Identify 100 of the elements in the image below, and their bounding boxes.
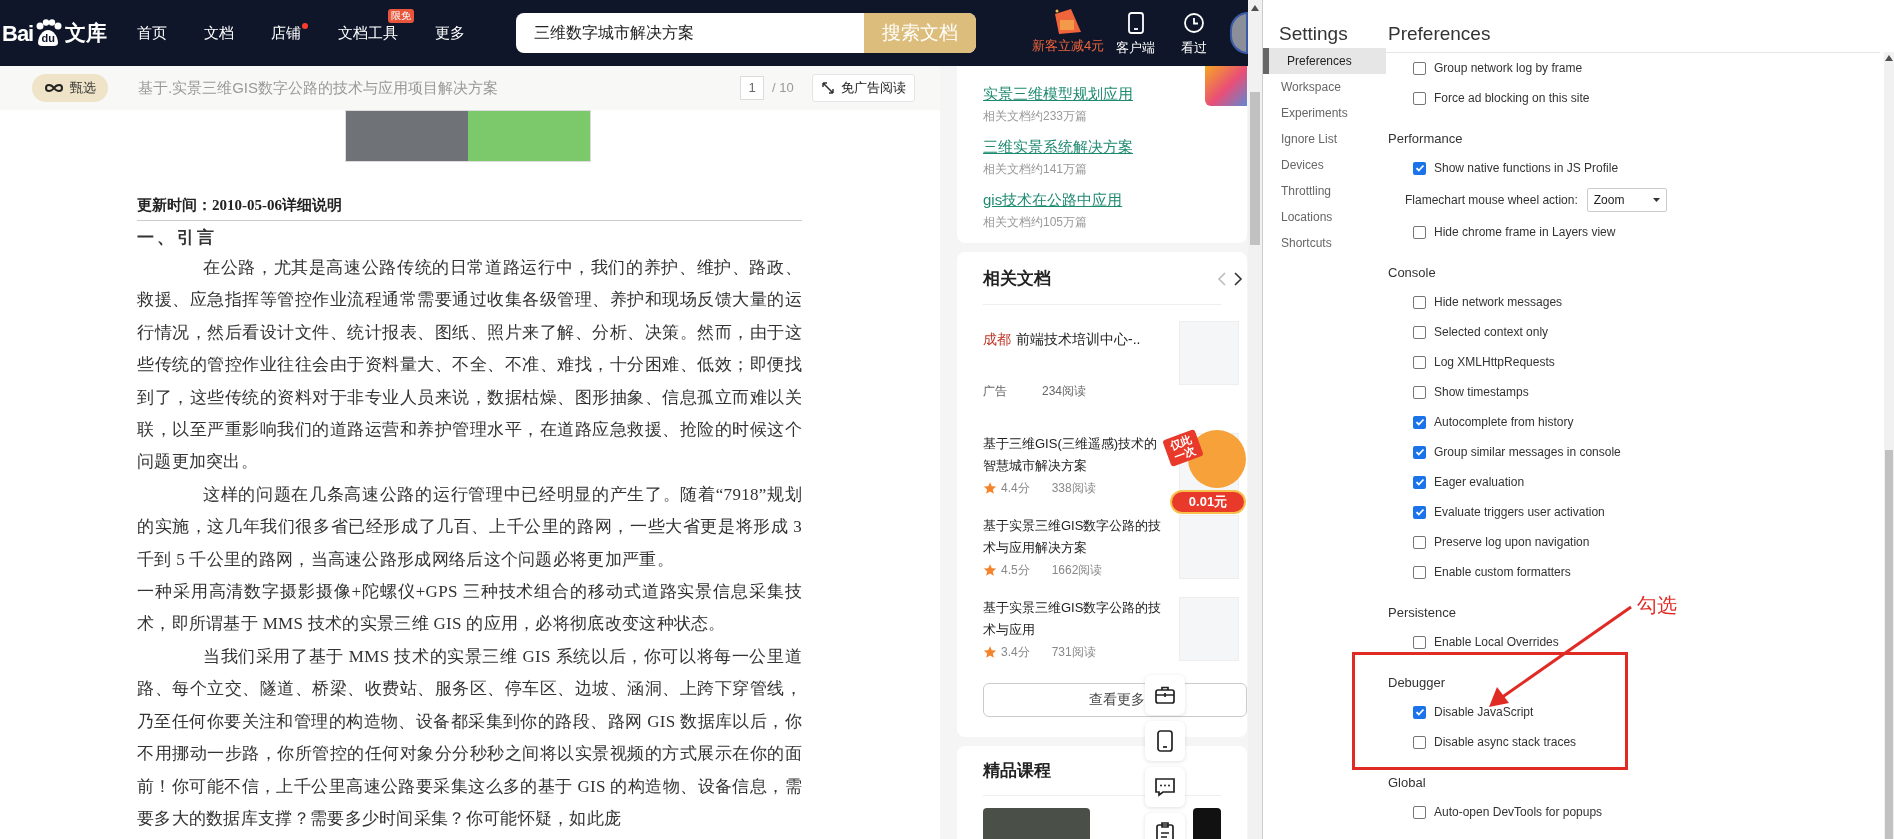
body-paragraph: 在公路，尤其是高速公路传统的日常道路运行中，我们的养护、维护、路政、救援、应急指挥等管控作业流程通常需要通过收集各级管理、养护和现场反馈大量的运行情况，然后看设计文件、统计报表、图纸、照片来了解、分析、决策。然而，由于这些传统的管控作业往往会由于资料量大、不全、不准、难找，十分困难、低效；即便找到了，这些传统的资料对于非专业人员来说，数据枯燥、图形抽象、信息孤立而难以关联，以至严重影响我们的道路运营和养护管理水平，在道路应急救援、抢险的时候这个问题更加突出。	[137, 257, 802, 474]
read-count: 731阅读	[1051, 643, 1096, 661]
checkbox[interactable]	[1413, 325, 1426, 339]
floating-tool-button[interactable]	[1145, 721, 1185, 761]
caret-icon	[1652, 198, 1660, 202]
checkbox-label: Hide chrome frame in Layers view	[1434, 224, 1616, 241]
nav-link[interactable]: 更多	[435, 24, 466, 41]
related-document-title[interactable]: 基于实景三维GIS数字公路的技术与应用	[983, 596, 1167, 641]
checkbox[interactable]	[1413, 705, 1426, 719]
checkbox[interactable]	[1413, 295, 1426, 309]
related-document-title[interactable]: 基于实景三维GIS数字公路的技术与应用解决方案	[983, 514, 1167, 559]
zoom-dropdown[interactable]: Zoom	[1586, 188, 1667, 212]
star-icon	[983, 644, 997, 659]
section-title: Debugger	[1388, 674, 1446, 693]
devtools-scrollbar[interactable]	[1884, 52, 1894, 839]
checkbox-label: Evaluate triggers user activation	[1434, 504, 1605, 521]
checkbox-label: Selected context only	[1434, 324, 1549, 341]
settings-nav-item[interactable]: Devices	[1263, 152, 1386, 178]
checkbox[interactable]	[1413, 805, 1426, 819]
chevron-right-icon[interactable]	[1233, 271, 1243, 286]
ad-title[interactable]: 前端技术培训中心-..	[1016, 328, 1141, 350]
checkbox[interactable]	[1413, 225, 1426, 239]
course-thumbnail[interactable]	[983, 808, 1090, 839]
document-title: 基于.实景三维GIS数字公路的技术与应用项目解决方案	[138, 77, 498, 98]
settings-nav-item[interactable]: Locations	[1263, 204, 1386, 230]
setting-label: Flamechart mouse wheel action:	[1405, 192, 1578, 209]
document-thumbnail	[1205, 66, 1247, 106]
settings-nav-item[interactable]: Preferences	[1263, 48, 1386, 74]
checkbox[interactable]	[1413, 355, 1426, 369]
checkbox[interactable]	[1413, 505, 1426, 519]
scrollbar-thumb[interactable]	[1250, 92, 1260, 245]
settings-nav-item[interactable]: Throttling	[1263, 178, 1386, 204]
settings-nav-item[interactable]: Workspace	[1263, 74, 1386, 100]
settings-nav-item[interactable]: Ignore List	[1263, 126, 1386, 152]
checkbox-label: Group similar messages in console	[1434, 444, 1621, 461]
promo-text[interactable]: 新客立减4元	[1032, 36, 1105, 56]
section-title: Performance	[1388, 130, 1463, 149]
page-scrollbar[interactable]	[1248, 0, 1262, 839]
checkbox-label: Show native functions in JS Profile	[1434, 160, 1619, 177]
nav-link[interactable]: 店铺	[271, 24, 302, 41]
checkbox[interactable]	[1413, 445, 1426, 459]
nav-link[interactable]: 首页	[137, 24, 168, 41]
checkbox-label: Autocomplete from history	[1434, 414, 1574, 431]
header-action[interactable]: 看过	[1181, 12, 1207, 58]
checkbox[interactable]	[1413, 475, 1426, 489]
scroll-up-icon[interactable]	[1885, 55, 1893, 61]
related-search-link[interactable]: gis技术在公路中应用	[983, 189, 1123, 211]
body-paragraph: 这样的问题在几条高速公路的运行管理中已经明显的产生了。随着“7918”规划的实施，这几年我们很多省已经形成了几百、上千公里的路网，一些大省更是将形成 3 千到 5 千公里的路网，当高速公路形成网络后这个问题必将更加严重。	[137, 483, 802, 571]
ad-label: 广告	[983, 382, 1007, 400]
checkbox[interactable]	[1413, 61, 1426, 75]
avatar[interactable]	[1230, 12, 1248, 54]
related-search-link[interactable]: 三维实景系统解决方案	[983, 136, 1133, 158]
read-count: 338阅读	[1051, 479, 1096, 497]
section-title: Global	[1388, 774, 1426, 793]
checkbox[interactable]	[1413, 91, 1426, 105]
star-icon	[983, 562, 997, 577]
floating-tool-button[interactable]	[1145, 675, 1185, 715]
read-count: 234阅读	[1042, 382, 1087, 400]
settings-nav-item[interactable]: Shortcuts	[1263, 230, 1386, 256]
checkbox-label: Auto-open DevTools for popups	[1434, 804, 1603, 821]
scrollbar-thumb[interactable]	[1885, 450, 1893, 839]
checkbox[interactable]	[1413, 161, 1426, 175]
section-title: Console	[1388, 264, 1436, 283]
checkbox-label: Log XMLHttpRequests	[1434, 354, 1555, 371]
star-icon	[983, 480, 997, 495]
chat-icon[interactable]	[1154, 777, 1176, 797]
logo-text: 文库	[65, 20, 108, 47]
checkbox-label: Group network log by frame	[1434, 60, 1583, 77]
checkbox[interactable]	[1413, 535, 1426, 549]
search-field[interactable]: 三维数字城市解决方案 搜索文档	[516, 13, 976, 53]
nav-link[interactable]: 文档	[204, 24, 235, 41]
infinity-icon	[44, 83, 64, 93]
promo-sticker[interactable]: 仅此一次 0.01元	[1166, 430, 1248, 516]
phone-icon[interactable]	[1157, 730, 1173, 752]
checkbox[interactable]	[1413, 415, 1426, 429]
course-thumbnail[interactable]	[1192, 808, 1221, 839]
checkbox-label: Preserve log upon navigation	[1434, 534, 1590, 551]
settings-nav-item[interactable]: Experiments	[1263, 100, 1386, 126]
checkbox-label: Disable JavaScript	[1434, 704, 1534, 721]
briefcase-icon[interactable]	[1155, 686, 1175, 704]
checkbox-label: Hide network messages	[1434, 294, 1563, 311]
checkbox[interactable]	[1413, 385, 1426, 399]
floating-tool-button[interactable]	[1145, 767, 1185, 807]
related-search-link[interactable]: 实景三维模型规划应用	[983, 83, 1133, 105]
nav-link[interactable]: 文档工具	[338, 24, 399, 41]
checkbox[interactable]	[1413, 565, 1426, 579]
page-total: / 10	[772, 79, 794, 98]
scroll-up-icon[interactable]	[1251, 5, 1259, 11]
header-action[interactable]: 客户端	[1116, 12, 1155, 58]
featured-tag: 甄选	[32, 74, 108, 102]
phone-icon	[1126, 12, 1145, 34]
clipboard-icon[interactable]	[1156, 822, 1174, 839]
checkbox[interactable]	[1413, 735, 1426, 749]
annotation-label: 勾选	[1637, 593, 1677, 618]
ad-free-button[interactable]: 免广告阅读	[812, 74, 915, 102]
page-number-field[interactable]: 1	[740, 76, 764, 100]
document-count: 相关文档约233万篇	[983, 108, 1089, 125]
section-title: Persistence	[1388, 604, 1456, 623]
body-paragraph: 当我们采用了基于 MMS 技术的实景三维 GIS 系统以后，你可以将每一公里道路、每个立交、隧道、桥梁、收费站、服务区、停车区、边坡、涵洞、上跨下穿管线，乃至任何你要关注和管理的构造物、设备都采集到你的路段、路网 GIS 数据库以后，你不用挪动一步路，你所管控的任何对象分分秒秒之间将以实景视频的方式展示在你的面前！你可能不信，上千公里高速公路要采集这么多的基于 GIS 的构造物、设备信息，需要多大的数据库支撑？需要多少时间采集？你可能怀疑，如此庞	[137, 645, 802, 830]
checkbox[interactable]	[1413, 635, 1426, 649]
